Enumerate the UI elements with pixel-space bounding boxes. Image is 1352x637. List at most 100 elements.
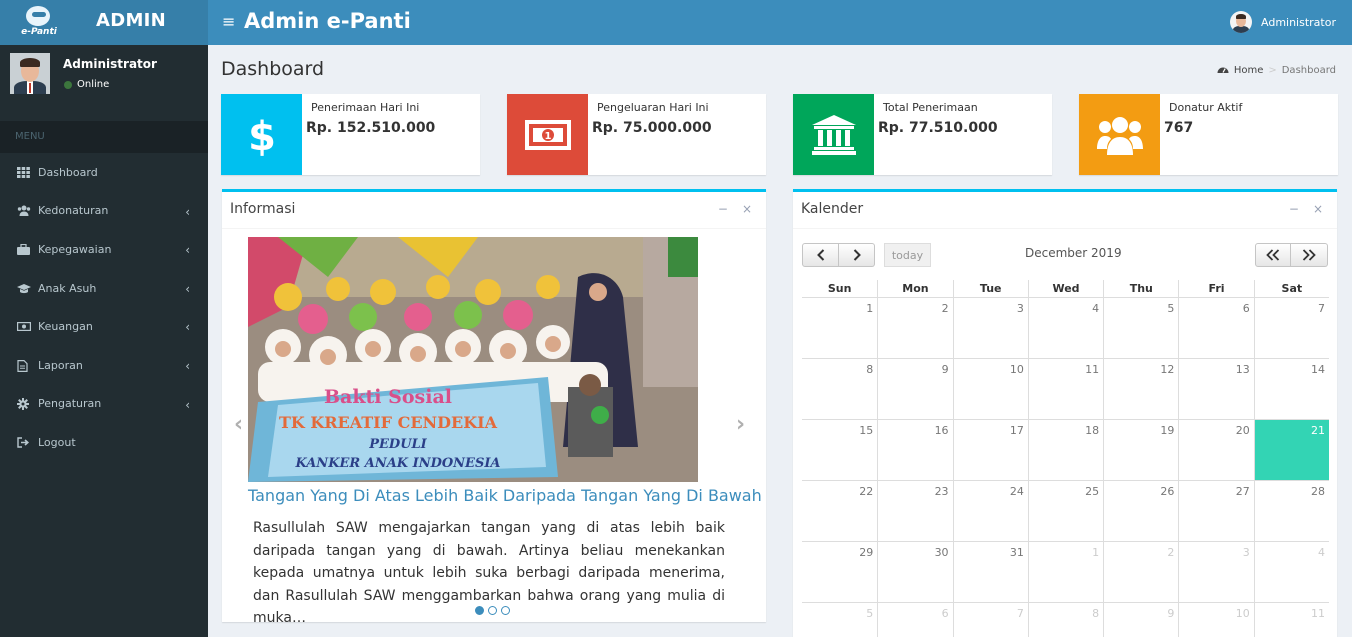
calendar-day[interactable]: 9 [877, 359, 952, 419]
prev-month-button[interactable] [802, 243, 839, 267]
calendar-day[interactable]: 1 [1027, 542, 1103, 602]
calendar-day[interactable]: 17 [952, 420, 1028, 480]
calendar-day[interactable]: 2 [1103, 542, 1178, 602]
calendar-day[interactable]: 22 [802, 481, 877, 541]
calendar-day[interactable]: 12 [1103, 359, 1178, 419]
carousel-indicator[interactable] [501, 606, 510, 615]
slide-title[interactable]: Tangan Yang Di Atas Lebih Baik Daripada … [248, 486, 762, 505]
sidebar-item-dashboard[interactable]: Dashboard [0, 153, 208, 192]
info-box-label: Penerimaan Hari Ini [311, 101, 420, 114]
info-box-label: Pengeluaran Hari Ini [597, 101, 709, 114]
sidebar-item-keuangan[interactable]: Keuangan ‹ [0, 307, 208, 346]
box-header: Informasi − × [222, 192, 766, 229]
calendar-day[interactable]: 15 [802, 420, 877, 480]
carousel-next-icon[interactable]: › [736, 412, 745, 437]
close-icon[interactable]: × [742, 202, 752, 216]
minimize-icon[interactable]: − [718, 202, 728, 216]
calendar-day[interactable]: 4 [1027, 298, 1103, 358]
calendar-day[interactable]: 24 [952, 481, 1028, 541]
sidebar-item-label: Laporan [38, 358, 83, 372]
close-icon[interactable]: × [1313, 202, 1323, 216]
calendar-month-title: December 2019 [1025, 246, 1122, 260]
info-box-value: 767 [1164, 120, 1194, 136]
calendar-day[interactable]: 23 [877, 481, 952, 541]
calendar-day[interactable]: 10 [1178, 603, 1253, 637]
gear-icon [17, 398, 31, 411]
online-dot-icon [64, 80, 72, 89]
user-menu[interactable]: Administrator [1230, 11, 1336, 33]
calendar-day[interactable]: 11 [1027, 359, 1103, 419]
weekday-label: Fri [1178, 280, 1253, 297]
calendar-day[interactable]: 30 [877, 542, 952, 602]
calendar-day[interactable]: 10 [952, 359, 1028, 419]
calendar-day[interactable]: 27 [1178, 481, 1253, 541]
calendar-day[interactable]: 11 [1253, 603, 1329, 637]
minimize-icon[interactable]: − [1289, 202, 1299, 216]
calendar-day[interactable]: 28 [1253, 481, 1329, 541]
th-icon [17, 166, 31, 178]
sidebar-item-label: Dashboard [38, 165, 98, 179]
prev-year-button[interactable] [1255, 243, 1291, 267]
carousel-prev-icon[interactable]: ‹ [234, 412, 243, 437]
box-title: Informasi [230, 201, 296, 217]
sidebar-item-kepegawaian[interactable]: Kepegawaian ‹ [0, 230, 208, 269]
calendar-day[interactable]: 6 [877, 603, 952, 637]
calendar-day[interactable]: 7 [952, 603, 1028, 637]
calendar-day[interactable]: 5 [1103, 298, 1178, 358]
calendar-day[interactable]: 20 [1178, 420, 1253, 480]
calendar-day[interactable]: 16 [877, 420, 952, 480]
dollar-icon: $ [221, 94, 302, 175]
calendar-week: 15 16 17 18 19 20 21 [802, 420, 1329, 481]
sidebar-item-anak-asuh[interactable]: Anak Asuh ‹ [0, 269, 208, 308]
user-status-label: Online [77, 79, 110, 90]
sidebar-item-logout[interactable]: Logout [0, 423, 208, 462]
calendar-day[interactable]: 3 [1178, 542, 1253, 602]
calendar-day[interactable]: 3 [952, 298, 1028, 358]
calendar-day[interactable]: 26 [1103, 481, 1178, 541]
month-nav [802, 243, 875, 267]
sidebar-toggle-icon[interactable]: ≡ [222, 12, 235, 31]
graduation-cap-icon [17, 283, 31, 294]
calendar-day-today[interactable]: 21 [1253, 420, 1329, 480]
weekday-label: Wed [1027, 280, 1103, 297]
double-chevron-right-icon [1302, 249, 1316, 261]
app-title: Admin e-Panti [244, 9, 411, 33]
svg-text:1: 1 [544, 131, 551, 142]
sign-out-icon [17, 437, 31, 448]
calendar-day[interactable]: 31 [952, 542, 1028, 602]
calendar-day[interactable]: 7 [1253, 298, 1329, 358]
calendar-day[interactable]: 2 [877, 298, 952, 358]
info-box-label: Donatur Aktif [1169, 101, 1243, 114]
sidebar-item-label: Logout [38, 435, 76, 449]
chevron-left-icon: ‹ [185, 204, 190, 219]
calendar-day[interactable]: 4 [1253, 542, 1329, 602]
calendar-day[interactable]: 29 [802, 542, 877, 602]
calendar-day[interactable]: 9 [1103, 603, 1178, 637]
banner-line-1: Bakti Sosial [324, 386, 452, 408]
calendar-day[interactable]: 25 [1027, 481, 1103, 541]
next-year-button[interactable] [1291, 243, 1328, 267]
carousel-indicator[interactable] [488, 606, 497, 615]
sidebar-item-kedonaturan[interactable]: Kedonaturan ‹ [0, 192, 208, 231]
logo-area[interactable]: e-Panti ADMIN [0, 0, 208, 45]
carousel-indicator[interactable] [475, 606, 484, 615]
breadcrumb-home-link[interactable]: Home [1234, 65, 1264, 76]
calendar-day[interactable]: 6 [1178, 298, 1253, 358]
calendar-day[interactable]: 18 [1027, 420, 1103, 480]
box-tools: − × [718, 202, 752, 216]
next-month-button[interactable] [839, 243, 875, 267]
calendar-day[interactable]: 19 [1103, 420, 1178, 480]
banner-line-2: TK KREATIF CENDEKIA [279, 413, 498, 432]
calendar-day[interactable]: 14 [1253, 359, 1329, 419]
calendar-day[interactable]: 8 [802, 359, 877, 419]
calendar-day[interactable]: 1 [802, 298, 877, 358]
calendar-day[interactable]: 5 [802, 603, 877, 637]
info-box-value: Rp. 75.000.000 [592, 120, 712, 136]
sidebar-item-pengaturan[interactable]: Pengaturan ‹ [0, 385, 208, 424]
calendar-day[interactable]: 8 [1027, 603, 1103, 637]
today-button[interactable]: today [884, 243, 931, 267]
user-avatar [10, 53, 50, 94]
sidebar-item-laporan[interactable]: Laporan ‹ [0, 346, 208, 385]
calendar-week: 29 30 31 1 2 3 4 [802, 542, 1329, 603]
calendar-day[interactable]: 13 [1178, 359, 1253, 419]
